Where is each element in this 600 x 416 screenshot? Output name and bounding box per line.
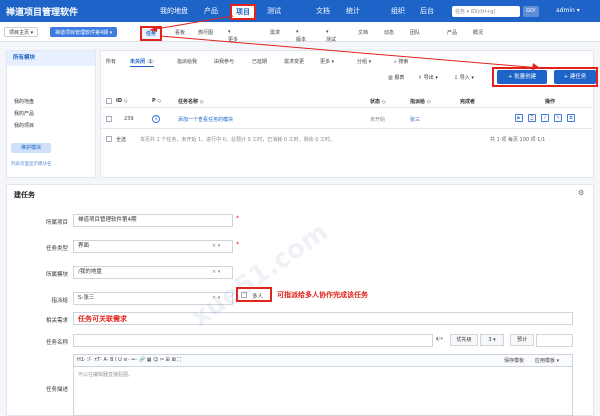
arrow-nav-to-task [149,15,234,31]
arrow-task-to-create [159,35,541,69]
annotation-arrows [149,15,541,70]
app-window: 禅道项目管理软件 我的地盘 产品 项目 测试 文档 统计 组织 后台 任务 ▾ … [0,0,600,416]
arrow-head [532,63,540,70]
arrow-head [150,26,157,32]
